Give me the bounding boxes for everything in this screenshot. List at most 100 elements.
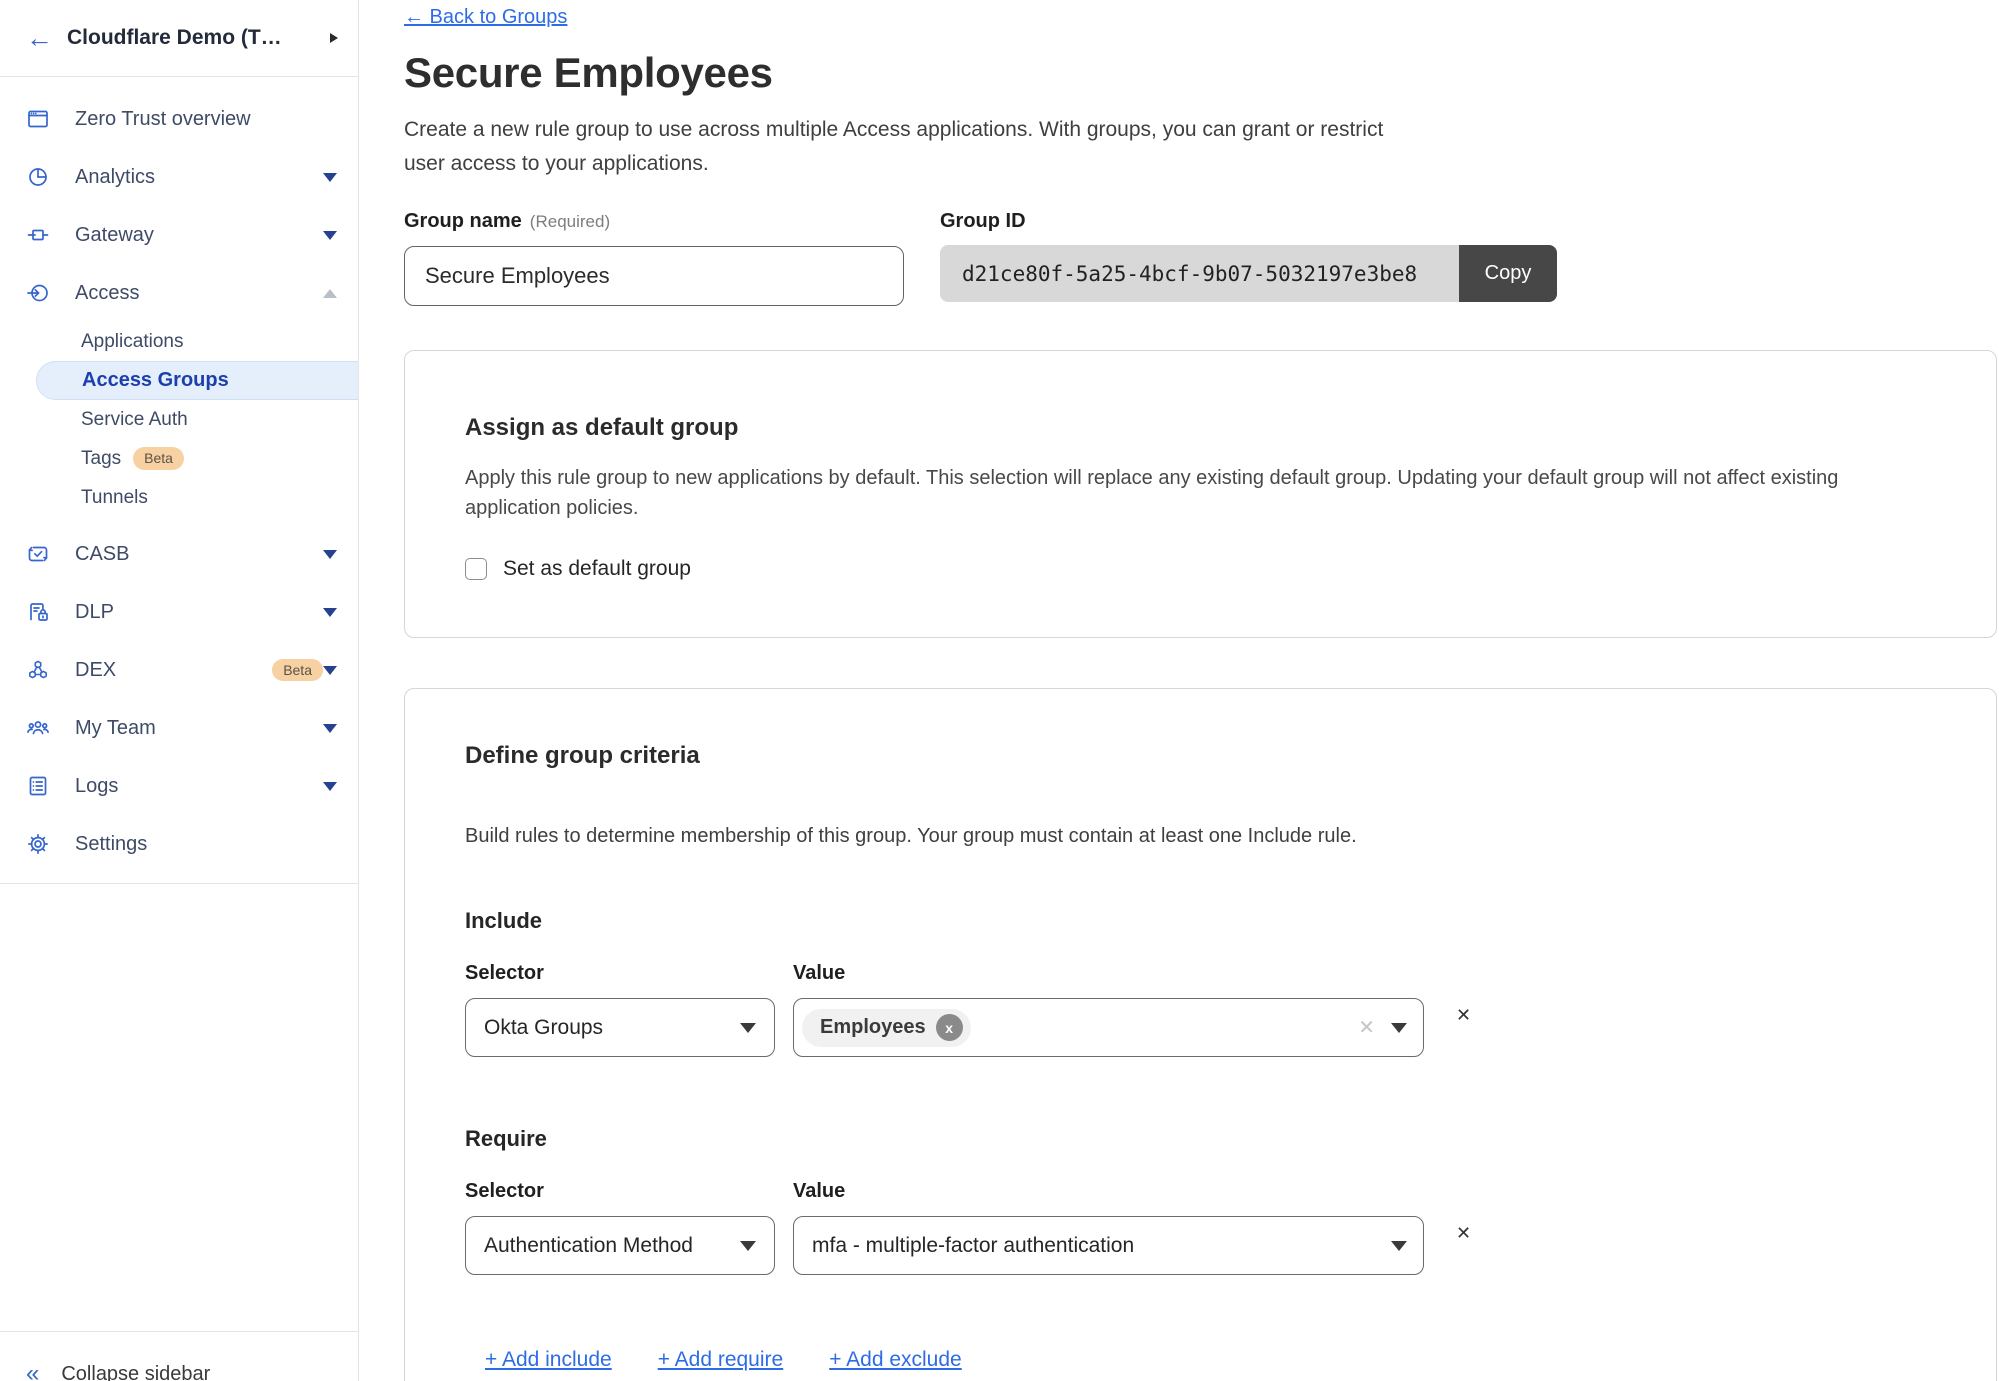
account-title: Cloudflare Demo (T… — [67, 26, 322, 50]
sidebar-item-tunnels[interactable]: Tunnels — [0, 478, 358, 517]
group-name-label-text: Group name — [404, 210, 522, 232]
chevron-down-icon — [323, 666, 337, 675]
default-group-checkbox-row: Set as default group — [465, 557, 1936, 581]
group-meta-row: Group name(Required) Group ID d21ce80f-5… — [404, 209, 1997, 306]
log-list-icon — [26, 774, 50, 798]
require-selector-dropdown[interactable]: Authentication Method — [465, 1216, 775, 1275]
gateway-icon — [26, 223, 50, 247]
casb-check-icon — [26, 542, 50, 566]
beta-badge: Beta — [133, 447, 184, 470]
group-id-widget: d21ce80f-5a25-4bcf-9b07-5032197e3be8 Cop… — [940, 245, 1557, 302]
sidebar-item-label: Access Groups — [82, 369, 229, 392]
require-rule-row: Authentication Method mfa - multiple-fac… — [465, 1216, 1936, 1275]
sidebar-nav: Zero Trust overview Analytics Gateway — [0, 77, 358, 884]
include-value-combobox[interactable]: Employees x ✕ — [793, 998, 1424, 1057]
sidebar-item-my-team[interactable]: My Team — [0, 699, 358, 757]
back-arrow-icon[interactable]: ← — [26, 25, 53, 52]
collapse-sidebar-button[interactable]: « Collapse sidebar — [0, 1331, 358, 1381]
chevron-down-icon — [740, 1241, 756, 1251]
chip-remove-icon[interactable]: x — [936, 1014, 963, 1041]
gear-icon — [26, 832, 50, 856]
default-group-card-description: Apply this rule group to new application… — [465, 463, 1895, 523]
default-group-card: Assign as default group Apply this rule … — [404, 350, 1997, 638]
sidebar-item-label: Tags — [81, 448, 121, 470]
group-id-label: Group ID — [940, 209, 1557, 233]
sidebar-item-label: Service Auth — [81, 409, 188, 431]
sidebar-item-access[interactable]: Access — [0, 264, 358, 322]
sidebar-account-header: ← Cloudflare Demo (T… — [0, 0, 358, 77]
sidebar-item-label: Analytics — [75, 166, 323, 189]
sidebar-item-label: Tunnels — [81, 487, 148, 509]
chevron-down-icon — [1391, 1023, 1407, 1033]
sidebar-divider — [0, 883, 358, 884]
sidebar-item-logs[interactable]: Logs — [0, 757, 358, 815]
add-exclude-link[interactable]: + Add exclude — [829, 1347, 962, 1373]
value-chip: Employees x — [802, 1009, 971, 1047]
chevron-down-icon — [323, 550, 337, 559]
remove-include-rule-icon[interactable]: ✕ — [1456, 1006, 1471, 1024]
team-icon — [26, 716, 50, 740]
chevron-up-icon — [323, 289, 337, 298]
sidebar-item-analytics[interactable]: Analytics — [0, 148, 358, 206]
require-value-dropdown[interactable]: mfa - multiple-factor authentication — [793, 1216, 1424, 1275]
remove-require-rule-icon[interactable]: ✕ — [1456, 1224, 1471, 1242]
network-nodes-icon — [26, 658, 50, 682]
sidebar-item-tags[interactable]: Tags Beta — [0, 439, 358, 478]
require-value: mfa - multiple-factor authentication — [812, 1234, 1391, 1258]
value-chip-label: Employees — [820, 1016, 926, 1039]
sidebar-item-access-groups[interactable]: Access Groups — [36, 361, 358, 400]
include-rule-row: Okta Groups Employees x ✕ ✕ — [465, 998, 1936, 1057]
sidebar-item-applications[interactable]: Applications — [0, 322, 358, 361]
criteria-card: Define group criteria Build rules to det… — [404, 688, 1997, 1381]
chevron-down-icon — [1391, 1241, 1407, 1251]
sidebar-item-zero-trust-overview[interactable]: Zero Trust overview — [0, 90, 358, 148]
require-heading: Require — [465, 1125, 1936, 1153]
include-selector-dropdown[interactable]: Okta Groups — [465, 998, 775, 1057]
chevron-right-icon[interactable] — [330, 33, 338, 43]
chevron-down-icon — [740, 1023, 756, 1033]
collapse-sidebar-label: Collapse sidebar — [61, 1363, 210, 1381]
group-name-label: Group name(Required) — [404, 209, 904, 234]
sidebar-item-label: DEX — [75, 659, 260, 682]
document-lock-icon — [26, 600, 50, 624]
access-login-icon — [26, 281, 50, 305]
group-name-input[interactable] — [404, 246, 904, 306]
group-id-field: Group ID d21ce80f-5a25-4bcf-9b07-5032197… — [940, 209, 1557, 306]
group-name-field: Group name(Required) — [404, 209, 904, 306]
add-require-link[interactable]: + Add require — [658, 1347, 784, 1373]
page-description: Create a new rule group to use across mu… — [404, 113, 1394, 181]
default-group-card-title: Assign as default group — [465, 413, 1936, 443]
include-heading: Include — [465, 907, 1936, 935]
sidebar-item-settings[interactable]: Settings — [0, 815, 358, 873]
sidebar-item-label: Gateway — [75, 224, 323, 247]
sidebar-item-label: Settings — [75, 833, 337, 856]
group-id-value: d21ce80f-5a25-4bcf-9b07-5032197e3be8 — [940, 245, 1459, 302]
require-column-labels: Selector Value — [465, 1179, 1936, 1203]
sidebar-item-gateway[interactable]: Gateway — [0, 206, 358, 264]
require-selector-value: Authentication Method — [484, 1234, 740, 1258]
include-column-labels: Selector Value — [465, 961, 1936, 985]
criteria-card-description: Build rules to determine membership of t… — [465, 821, 1936, 851]
set-default-group-checkbox[interactable] — [465, 558, 487, 580]
sidebar-item-label: Access — [75, 282, 323, 305]
sidebar-item-label: Logs — [75, 775, 323, 798]
chevron-down-icon — [323, 608, 337, 617]
add-include-link[interactable]: + Add include — [485, 1347, 612, 1373]
sidebar-item-label: DLP — [75, 601, 323, 624]
value-column-label: Value — [793, 961, 845, 985]
sidebar-item-dex[interactable]: DEX Beta — [0, 641, 358, 699]
clear-values-icon[interactable]: ✕ — [1358, 1018, 1375, 1038]
sidebar-item-casb[interactable]: CASB — [0, 525, 358, 583]
chevron-down-icon — [323, 724, 337, 733]
selector-column-label: Selector — [465, 1179, 793, 1203]
set-default-group-label: Set as default group — [503, 557, 691, 581]
sidebar-item-label: Applications — [81, 331, 183, 353]
sidebar-item-service-auth[interactable]: Service Auth — [0, 400, 358, 439]
back-to-groups-link[interactable]: ← Back to Groups — [404, 6, 567, 29]
pie-chart-icon — [26, 165, 50, 189]
chevron-down-icon — [323, 173, 337, 182]
browser-window-icon — [26, 107, 50, 131]
copy-button[interactable]: Copy — [1459, 245, 1557, 302]
double-chevron-left-icon: « — [26, 1362, 39, 1381]
sidebar-item-dlp[interactable]: DLP — [0, 583, 358, 641]
